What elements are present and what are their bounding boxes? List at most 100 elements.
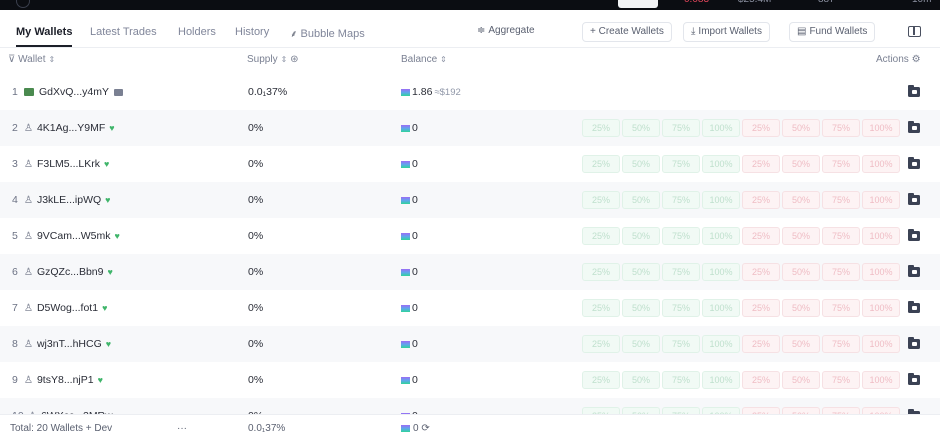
quick-sell-button[interactable]: 75% bbox=[822, 227, 860, 245]
quick-buy-button[interactable]: 75% bbox=[662, 155, 700, 173]
supply-column-header[interactable]: Supply ⇕ ⊛ bbox=[247, 54, 298, 65]
folder-icon[interactable] bbox=[908, 121, 920, 133]
top-action-button[interactable] bbox=[618, 0, 658, 8]
quick-buy-button[interactable]: 25% bbox=[582, 227, 620, 245]
quick-sell-button[interactable]: 25% bbox=[742, 371, 780, 389]
quick-sell-button[interactable]: 100% bbox=[862, 263, 900, 281]
wallet-address[interactable]: 4K1Ag...Y9MF bbox=[37, 122, 105, 134]
tab-latest-trades[interactable]: Latest Trades bbox=[90, 26, 157, 38]
filter-icon[interactable]: ⊽ bbox=[8, 54, 15, 65]
folder-icon[interactable] bbox=[908, 337, 920, 349]
quick-sell-button[interactable]: 25% bbox=[742, 299, 780, 317]
quick-buy-button[interactable]: 25% bbox=[582, 299, 620, 317]
quick-buy-button[interactable]: 100% bbox=[702, 371, 740, 389]
folder-icon[interactable] bbox=[908, 373, 920, 385]
quick-sell-button[interactable]: 75% bbox=[822, 155, 860, 173]
quick-buy-button[interactable]: 25% bbox=[582, 407, 620, 414]
quick-sell-button[interactable]: 100% bbox=[862, 155, 900, 173]
quick-sell-button[interactable]: 100% bbox=[862, 119, 900, 137]
settings-icon[interactable]: ⚙ bbox=[912, 54, 921, 65]
create-wallets-button[interactable]: + Create Wallets bbox=[582, 22, 672, 42]
quick-sell-button[interactable]: 50% bbox=[782, 155, 820, 173]
quick-sell-button[interactable]: 25% bbox=[742, 263, 780, 281]
folder-icon[interactable] bbox=[908, 301, 920, 313]
quick-buy-button[interactable]: 100% bbox=[702, 227, 740, 245]
wallet-address[interactable]: D5Wog...fot1 bbox=[37, 302, 98, 314]
quick-sell-button[interactable]: 100% bbox=[862, 335, 900, 353]
balance-column-header[interactable]: Balance ⇕ bbox=[401, 54, 447, 65]
quick-buy-button[interactable]: 25% bbox=[582, 335, 620, 353]
quick-buy-button[interactable]: 50% bbox=[622, 335, 660, 353]
wallet-address[interactable]: GdXvQ...y4mY bbox=[39, 86, 109, 98]
quick-sell-button[interactable]: 100% bbox=[862, 227, 900, 245]
quick-buy-button[interactable]: 50% bbox=[622, 191, 660, 209]
quick-sell-button[interactable]: 100% bbox=[862, 407, 900, 414]
quick-buy-button[interactable]: 25% bbox=[582, 119, 620, 137]
quick-sell-button[interactable]: 75% bbox=[822, 335, 860, 353]
quick-sell-button[interactable]: 25% bbox=[742, 227, 780, 245]
wallet-address[interactable]: wj3nT...hHCG bbox=[37, 338, 102, 350]
quick-buy-button[interactable]: 75% bbox=[662, 299, 700, 317]
quick-buy-button[interactable]: 25% bbox=[582, 263, 620, 281]
quick-buy-button[interactable]: 100% bbox=[702, 407, 740, 414]
tab-my-wallets[interactable]: My Wallets bbox=[16, 26, 73, 47]
quick-buy-button[interactable]: 75% bbox=[662, 191, 700, 209]
quick-buy-button[interactable]: 100% bbox=[702, 263, 740, 281]
wallet-address[interactable]: 9tsY8...njP1 bbox=[37, 374, 94, 386]
refresh-icon[interactable]: ⟳ bbox=[421, 423, 429, 434]
wallet-address[interactable]: GzQZc...Bbn9 bbox=[37, 266, 104, 278]
quick-sell-button[interactable]: 75% bbox=[822, 191, 860, 209]
folder-icon[interactable] bbox=[908, 265, 920, 277]
quick-buy-button[interactable]: 50% bbox=[622, 371, 660, 389]
fund-wallets-button[interactable]: ▤ Fund Wallets bbox=[789, 22, 876, 42]
folder-icon[interactable] bbox=[908, 229, 920, 241]
quick-buy-button[interactable]: 75% bbox=[662, 227, 700, 245]
quick-buy-button[interactable]: 100% bbox=[702, 299, 740, 317]
sort-icon[interactable]: ⇕ bbox=[49, 55, 56, 64]
quick-sell-button[interactable]: 25% bbox=[742, 119, 780, 137]
quick-buy-button[interactable]: 100% bbox=[702, 191, 740, 209]
sort-icon[interactable]: ⇕ bbox=[281, 55, 288, 64]
quick-buy-button[interactable]: 25% bbox=[582, 371, 620, 389]
quick-buy-button[interactable]: 50% bbox=[622, 263, 660, 281]
quick-sell-button[interactable]: 100% bbox=[862, 299, 900, 317]
quick-buy-button[interactable]: 100% bbox=[702, 155, 740, 173]
folder-icon[interactable] bbox=[908, 85, 920, 97]
tab-holders[interactable]: Holders bbox=[178, 26, 216, 38]
import-wallets-button[interactable]: ⤓ Import Wallets bbox=[683, 22, 770, 42]
quick-sell-button[interactable]: 50% bbox=[782, 119, 820, 137]
quick-sell-button[interactable]: 50% bbox=[782, 335, 820, 353]
folder-icon[interactable] bbox=[908, 193, 920, 205]
quick-sell-button[interactable]: 50% bbox=[782, 371, 820, 389]
quick-buy-button[interactable]: 25% bbox=[582, 191, 620, 209]
quick-buy-button[interactable]: 100% bbox=[702, 335, 740, 353]
quick-sell-button[interactable]: 25% bbox=[742, 335, 780, 353]
quick-buy-button[interactable]: 50% bbox=[622, 407, 660, 414]
wallet-column-header[interactable]: ⊽ Wallet ⇕ bbox=[8, 54, 55, 65]
quick-buy-button[interactable]: 75% bbox=[662, 407, 700, 414]
quick-sell-button[interactable]: 75% bbox=[822, 407, 860, 414]
quick-sell-button[interactable]: 75% bbox=[822, 263, 860, 281]
quick-sell-button[interactable]: 25% bbox=[742, 407, 780, 414]
quick-sell-button[interactable]: 75% bbox=[822, 119, 860, 137]
quick-sell-button[interactable]: 50% bbox=[782, 299, 820, 317]
quick-sell-button[interactable]: 25% bbox=[742, 191, 780, 209]
sort-icon[interactable]: ⇕ bbox=[440, 55, 447, 64]
quick-buy-button[interactable]: 50% bbox=[622, 299, 660, 317]
quick-sell-button[interactable]: 100% bbox=[862, 371, 900, 389]
tab-history[interactable]: History bbox=[235, 26, 269, 38]
tab-bubble-maps[interactable]: ⸙ Bubble Maps bbox=[290, 26, 365, 40]
quick-sell-button[interactable]: 50% bbox=[782, 263, 820, 281]
quick-sell-button[interactable]: 50% bbox=[782, 191, 820, 209]
quick-sell-button[interactable]: 50% bbox=[782, 227, 820, 245]
quick-sell-button[interactable]: 25% bbox=[742, 155, 780, 173]
split-view-icon[interactable] bbox=[908, 26, 921, 37]
wallet-address[interactable]: 9VCam...W5mk bbox=[37, 230, 111, 242]
quick-sell-button[interactable]: 100% bbox=[862, 191, 900, 209]
quick-buy-button[interactable]: 50% bbox=[622, 227, 660, 245]
quick-buy-button[interactable]: 50% bbox=[622, 119, 660, 137]
quick-buy-button[interactable]: 25% bbox=[582, 155, 620, 173]
quick-buy-button[interactable]: 75% bbox=[662, 263, 700, 281]
quick-buy-button[interactable]: 75% bbox=[662, 119, 700, 137]
quick-sell-button[interactable]: 50% bbox=[782, 407, 820, 414]
